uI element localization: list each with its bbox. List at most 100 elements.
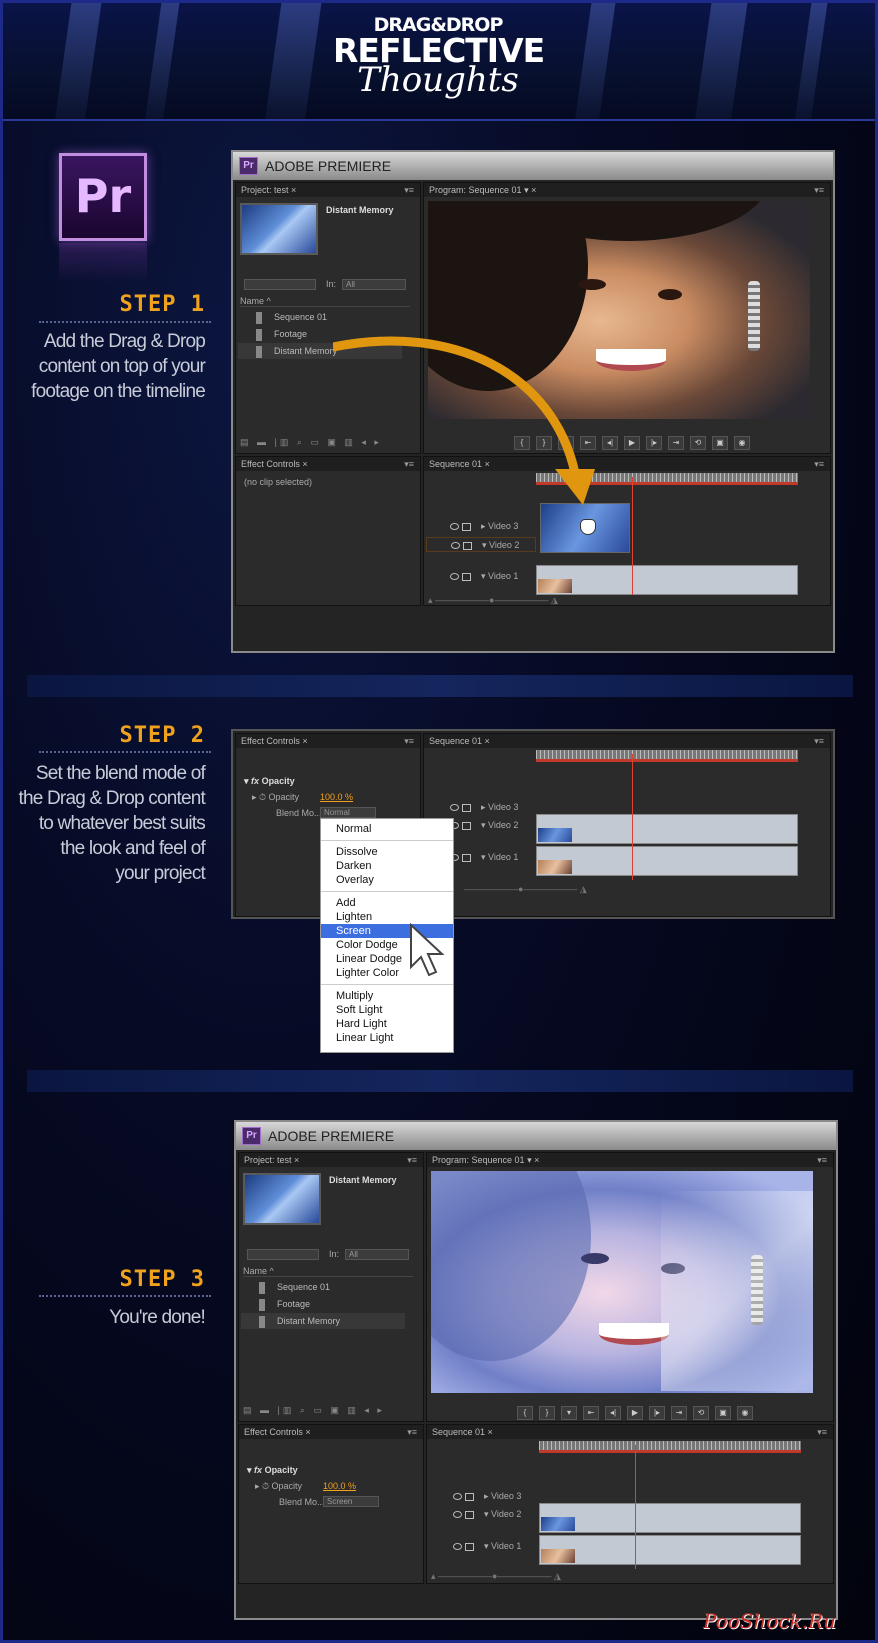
- playhead[interactable]: [632, 754, 633, 880]
- search-input[interactable]: [247, 1249, 319, 1260]
- tab-sequence[interactable]: Sequence 01 × ▾≡: [427, 1425, 833, 1439]
- time-ruler[interactable]: [539, 1441, 801, 1453]
- step-3-label: STEP 3: [119, 1267, 205, 1292]
- sequence-timeline: Sequence 01 × ▾≡ ▸ Video 3 ▾ Video 2 ▾ Vi…: [423, 733, 831, 917]
- menu-item[interactable]: Lighten: [321, 910, 453, 924]
- zoom-slider[interactable]: ▴ ——————●—————— ◮: [428, 595, 558, 606]
- eye-icon[interactable]: [451, 542, 460, 550]
- eye-icon[interactable]: [453, 1543, 462, 1551]
- panel-menu-icon[interactable]: ▾≡: [404, 183, 414, 197]
- mark-out-button[interactable]: }: [539, 1406, 555, 1420]
- eye-icon[interactable]: [450, 804, 459, 812]
- program-monitor: Program: Sequence 01 ▾ × ▾≡ {} ▾ ⇤ ◂| ▶ |▸ ⇥…: [426, 1152, 834, 1422]
- panel-menu-icon[interactable]: ▾≡: [817, 1425, 827, 1439]
- panel-menu-icon[interactable]: ▾≡: [814, 734, 824, 748]
- opacity-group[interactable]: ▾ fx Opacity: [244, 776, 295, 787]
- panel-menu-icon[interactable]: ▾≡: [814, 457, 824, 471]
- playhead[interactable]: [632, 477, 633, 595]
- loop-button[interactable]: ⟲: [693, 1406, 709, 1420]
- column-header-name[interactable]: Name ^: [243, 1266, 413, 1277]
- mark-in-button[interactable]: {: [517, 1406, 533, 1420]
- camera-icon[interactable]: ◉: [737, 1406, 753, 1420]
- step-1-line: footage on the timeline: [31, 381, 206, 402]
- track-label: Video 1: [491, 1541, 522, 1551]
- project-toolbar[interactable]: ▤ ▬ |▥ ⌕ ▭ ▣ ▥ ◂ ▸: [243, 1405, 385, 1416]
- opacity-value[interactable]: 100.0 %: [320, 792, 353, 802]
- track-label: Video 2: [491, 1509, 522, 1519]
- window-titlebar: Pr ADOBE PREMIERE: [233, 152, 833, 180]
- app-title: ADOBE PREMIERE: [268, 1128, 395, 1144]
- clip-footage[interactable]: [539, 1535, 801, 1565]
- tab-program[interactable]: Program: Sequence 01 ▾ × ▾≡: [424, 183, 830, 197]
- brand-logo: DRAG&DROP REFLECTIVE Thoughts: [333, 15, 545, 97]
- safe-margins-button[interactable]: ▣: [712, 436, 728, 450]
- tab-effect-controls[interactable]: Effect Controls × ▾≡: [236, 734, 420, 748]
- clip-footage[interactable]: [536, 565, 798, 595]
- panel-menu-icon[interactable]: ▾≡: [404, 734, 414, 748]
- in-select[interactable]: All: [342, 279, 406, 290]
- opacity-group[interactable]: ▾ fx Opacity: [247, 1465, 298, 1476]
- menu-item[interactable]: Overlay: [321, 873, 453, 887]
- loop-button[interactable]: ⟲: [690, 436, 706, 450]
- marker-button[interactable]: ▾: [561, 1406, 577, 1420]
- eye-icon[interactable]: [453, 1511, 462, 1519]
- blend-mode-select[interactable]: Screen: [323, 1496, 379, 1507]
- opacity-value[interactable]: 100.0 %: [323, 1481, 356, 1491]
- camera-icon[interactable]: ◉: [734, 436, 750, 450]
- in-select[interactable]: All: [345, 1249, 409, 1260]
- menu-item[interactable]: Add: [321, 896, 453, 910]
- menu-item[interactable]: Hard Light: [321, 1017, 453, 1031]
- search-input[interactable]: [244, 279, 316, 290]
- time-ruler[interactable]: [536, 750, 798, 762]
- eye-icon[interactable]: [453, 1493, 462, 1501]
- zoom-slider[interactable]: ▴ ——————●—————— ◮: [431, 1571, 561, 1582]
- menu-item[interactable]: Linear Light: [321, 1031, 453, 1045]
- opacity-param: ▸ ⏱ Opacity: [252, 792, 300, 802]
- tab-project[interactable]: Project: test × ▾≡: [236, 183, 420, 197]
- panel-menu-icon[interactable]: ▾≡: [817, 1153, 827, 1167]
- track-video-1: ▾ Video 1: [426, 569, 518, 584]
- clip-footage[interactable]: [536, 846, 798, 876]
- clip-icon: [256, 345, 262, 358]
- menu-item[interactable]: Darken: [321, 859, 453, 873]
- tab-sequence[interactable]: Sequence 01 × ▾≡: [424, 734, 830, 748]
- play-button[interactable]: ▶: [627, 1406, 643, 1420]
- eye-icon[interactable]: [450, 573, 459, 581]
- project-item[interactable]: Footage: [256, 326, 307, 342]
- tab-effect-controls[interactable]: Effect Controls × ▾≡: [239, 1425, 423, 1439]
- safe-margins-button[interactable]: ▣: [715, 1406, 731, 1420]
- go-to-in-button[interactable]: ⇤: [583, 1406, 599, 1420]
- menu-item[interactable]: Normal: [321, 822, 453, 836]
- step-forward-button[interactable]: |▸: [646, 436, 662, 450]
- play-button[interactable]: ▶: [624, 436, 640, 450]
- panel-menu-icon[interactable]: ▾≡: [407, 1425, 417, 1439]
- group-label: Opacity: [261, 776, 295, 786]
- blend-mode-select[interactable]: Normal: [320, 807, 376, 818]
- step-back-button[interactable]: ◂|: [605, 1406, 621, 1420]
- go-to-out-button[interactable]: ⇥: [668, 436, 684, 450]
- tab-program[interactable]: Program: Sequence 01 ▾ × ▾≡: [427, 1153, 833, 1167]
- tab-project[interactable]: Project: test × ▾≡: [239, 1153, 423, 1167]
- project-item[interactable]: Sequence 01: [256, 309, 327, 325]
- go-to-out-button[interactable]: ⇥: [671, 1406, 687, 1420]
- footage-icon: [256, 328, 262, 341]
- step-2-line: Set the blend mode of: [35, 763, 206, 784]
- column-header-name[interactable]: Name ^: [240, 296, 410, 307]
- project-item-selected[interactable]: Distant Memory: [241, 1313, 405, 1329]
- track-label: Video 1: [488, 571, 519, 581]
- step-1-label: STEP 1: [119, 292, 205, 317]
- project-item[interactable]: Footage: [259, 1296, 310, 1312]
- clip-name: Distant Memory: [326, 205, 394, 215]
- project-item[interactable]: Sequence 01: [259, 1279, 330, 1295]
- panel-menu-icon[interactable]: ▾≡: [814, 183, 824, 197]
- menu-item[interactable]: Multiply: [321, 989, 453, 1003]
- zoom-slider[interactable]: ——————●—————— ◮: [464, 884, 587, 895]
- panel-menu-icon[interactable]: ▾≡: [407, 1153, 417, 1167]
- menu-item[interactable]: Dissolve: [321, 845, 453, 859]
- clip-drag-drop[interactable]: [536, 814, 798, 844]
- step-forward-button[interactable]: |▸: [649, 1406, 665, 1420]
- menu-item[interactable]: Soft Light: [321, 1003, 453, 1017]
- mouse-pointer-icon: [410, 923, 445, 977]
- playhead[interactable]: [635, 1445, 636, 1569]
- clip-drag-drop[interactable]: [539, 1503, 801, 1533]
